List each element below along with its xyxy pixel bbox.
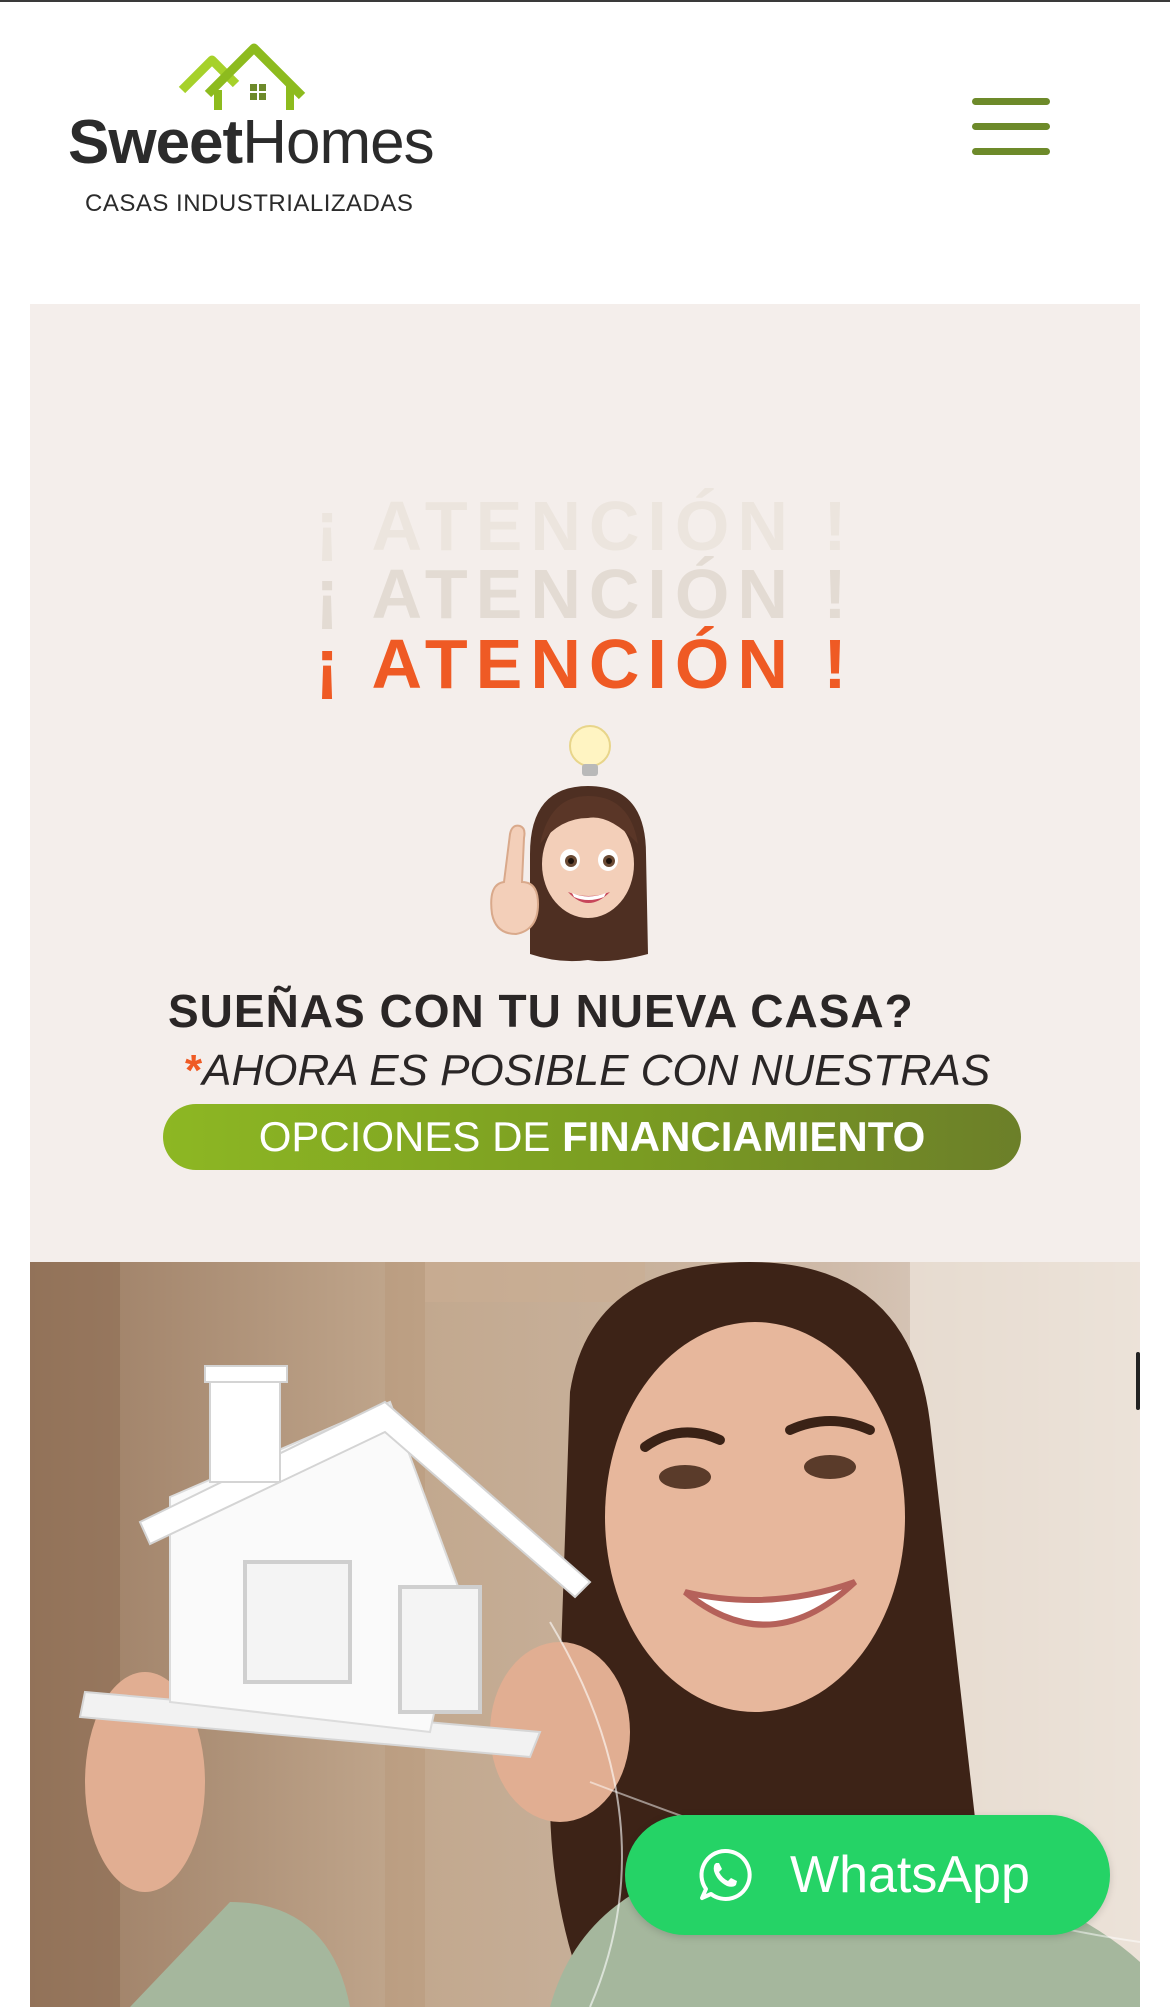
houses-logo-icon bbox=[178, 43, 306, 110]
memoji-girl-idea-icon bbox=[490, 725, 648, 962]
brand-name-bold: Sweet bbox=[68, 108, 243, 177]
brand-name-light: Homes bbox=[242, 108, 434, 177]
hamburger-menu-icon[interactable] bbox=[970, 92, 1052, 162]
financing-subline-text: AHORA ES POSIBLE CON NUESTRAS bbox=[202, 1046, 991, 1095]
brand-tagline: CASAS INDUSTRIALIZADAS bbox=[85, 190, 414, 217]
pill-light-text: OPCIONES DE bbox=[258, 1113, 563, 1160]
financing-subline: *AHORA ES POSIBLE CON NUESTRAS bbox=[185, 1046, 990, 1096]
whatsapp-button[interactable]: WhatsApp bbox=[625, 1815, 1110, 1935]
sweethomes-logo[interactable]: SweetHomes CASAS INDUSTRIALIZADAS bbox=[68, 38, 468, 228]
dream-house-question: SUEÑAS CON TU NUEVA CASA? bbox=[168, 985, 914, 1037]
attention-heading-faded: ¡ ATENCIÓN ! bbox=[315, 555, 855, 633]
top-border bbox=[0, 0, 1170, 2]
brand-name: SweetHomes bbox=[68, 112, 435, 174]
financing-options-pill: OPCIONES DE FINANCIAMIENTO bbox=[163, 1104, 1021, 1170]
whatsapp-label: WhatsApp bbox=[790, 1846, 1030, 1904]
attention-heading: ¡ ATENCIÓN ! bbox=[315, 625, 855, 703]
whatsapp-icon bbox=[699, 1848, 752, 1901]
scrollbar-thumb[interactable] bbox=[1136, 1352, 1140, 1410]
asterisk: * bbox=[185, 1046, 203, 1095]
financing-promo-banner[interactable]: ¡ ATENCIÓN ! ¡ ATENCIÓN ! ¡ ATENCIÓN ! S… bbox=[30, 304, 1140, 1262]
pill-bold-text: FINANCIAMIENTO bbox=[562, 1113, 926, 1160]
